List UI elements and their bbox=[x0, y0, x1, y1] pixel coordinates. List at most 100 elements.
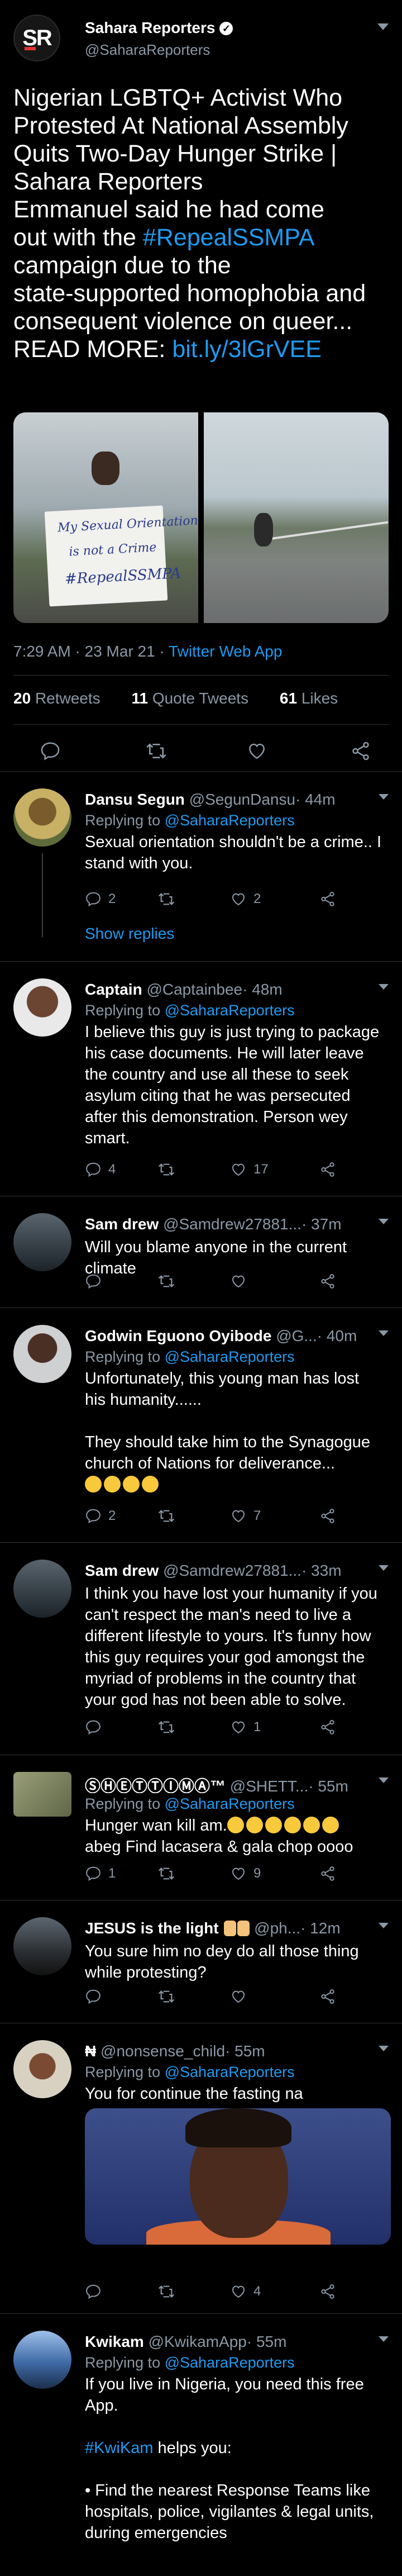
share-button[interactable] bbox=[319, 1505, 343, 1527]
avatar[interactable] bbox=[13, 788, 71, 847]
retweet-button[interactable] bbox=[157, 1716, 182, 1738]
reply-author-name[interactable]: Sam drew bbox=[85, 1215, 159, 1233]
reply-author-handle[interactable]: @Captainbee bbox=[146, 981, 242, 998]
avatar[interactable] bbox=[13, 1213, 71, 1271]
reply-time[interactable]: · 40m bbox=[317, 1327, 357, 1344]
timestamp-time[interactable]: 7:29 AM bbox=[13, 643, 71, 660]
share-button[interactable] bbox=[319, 1158, 343, 1181]
reply-button[interactable]: 1 bbox=[85, 1862, 116, 1885]
reply-author-handle[interactable]: @ph... bbox=[254, 1919, 300, 1937]
reply-tweet[interactable]: ⓈⒽⒺⓉⓉⒾⓂⒶ™ @SHETT...· 55m Replying to @Sa… bbox=[0, 1755, 402, 1900]
like-button[interactable]: 2 bbox=[230, 888, 261, 910]
like-button[interactable]: 17 bbox=[230, 1158, 269, 1181]
like-icon[interactable] bbox=[243, 738, 270, 764]
reply-icon[interactable] bbox=[37, 738, 64, 764]
reply-tweet[interactable]: Sam drew @Samdrew27881...· 33m I think y… bbox=[0, 1542, 402, 1755]
like-button[interactable]: 4 bbox=[230, 2280, 261, 2303]
reply-button[interactable] bbox=[85, 1985, 108, 2008]
reply-author-name[interactable]: ⓈⒽⒺⓉⓉⒾⓂⒶ™ bbox=[85, 1777, 226, 1793]
retweet-button[interactable] bbox=[157, 888, 182, 910]
replying-to-handle[interactable]: @SaharaReporters bbox=[165, 1795, 295, 1812]
reply-tweet[interactable]: Kwikam @KwikamApp· 55m Replying to @Saha… bbox=[0, 2313, 402, 2576]
reply-tweet[interactable]: Sam drew @Samdrew27881...· 37m Will you … bbox=[0, 1196, 402, 1308]
tweet-media[interactable]: My Sexual Orientation is not a Crime #Re… bbox=[13, 412, 389, 623]
likes-stat[interactable]: 61 Likes bbox=[280, 690, 351, 707]
reply-time[interactable]: · 55m bbox=[308, 1777, 348, 1793]
reply-time[interactable]: · 55m bbox=[247, 2333, 287, 2350]
reply-time[interactable]: · 55m bbox=[225, 2042, 265, 2060]
tweet-timestamp[interactable]: 7:29 AM · 23 Mar 21 · Twitter Web App bbox=[13, 643, 282, 660]
reply-author-name[interactable]: Godwin Eguono Oyibode bbox=[85, 1327, 271, 1344]
reply-author-name[interactable]: Kwikam bbox=[85, 2333, 144, 2350]
quotes-stat[interactable]: 11 Quote Tweets bbox=[131, 690, 262, 707]
retweet-button[interactable] bbox=[157, 1270, 182, 1292]
replying-to-handle[interactable]: @SaharaReporters bbox=[165, 2064, 295, 2080]
reply-time[interactable]: · 33m bbox=[302, 1562, 342, 1579]
reply-author-handle[interactable]: @nonsense_child bbox=[100, 2042, 225, 2060]
reply-tweet[interactable]: Dansu Segun @SegunDansu· 44m Replying to… bbox=[0, 771, 402, 961]
author-avatar[interactable]: SR bbox=[13, 15, 60, 61]
replying-to-handle[interactable]: @SaharaReporters bbox=[165, 812, 295, 829]
reply-author-handle[interactable]: @Samdrew27881... bbox=[163, 1215, 302, 1233]
reply-button[interactable] bbox=[85, 2280, 108, 2303]
share-button[interactable] bbox=[319, 1270, 343, 1292]
reply-tweet[interactable]: ₦ @nonsense_child· 55m Replying to @Saha… bbox=[0, 2023, 402, 2313]
retweets-stat[interactable]: 20 Retweets bbox=[13, 690, 114, 707]
reply-button[interactable]: 4 bbox=[85, 1158, 116, 1181]
reply-author-handle[interactable]: @SHETT... bbox=[230, 1777, 308, 1793]
share-button[interactable] bbox=[319, 1985, 343, 2008]
reply-time[interactable]: · 48m bbox=[242, 981, 283, 998]
like-button[interactable] bbox=[230, 1985, 253, 2008]
show-replies-link[interactable]: Show replies bbox=[85, 925, 174, 943]
reply-tweet[interactable]: Captain @Captainbee· 48m Replying to @Sa… bbox=[0, 961, 402, 1196]
share-button[interactable] bbox=[319, 888, 343, 910]
protest-photo-1[interactable]: My Sexual Orientation is not a Crime #Re… bbox=[13, 412, 198, 623]
reply-tweet[interactable]: JESUS is the light 🙏🙏 @ph...· 12m You su… bbox=[0, 1900, 402, 2023]
reply-time[interactable]: · 12m bbox=[300, 1919, 341, 1937]
reply-button[interactable]: 2 bbox=[85, 1505, 116, 1527]
reply-author-handle[interactable]: @SegunDansu bbox=[189, 791, 295, 808]
avatar[interactable] bbox=[13, 1560, 71, 1618]
avatar[interactable] bbox=[13, 2040, 71, 2098]
retweet-button[interactable] bbox=[157, 1158, 182, 1181]
author-name[interactable]: Sahara Reporters bbox=[85, 19, 215, 36]
replying-to-handle[interactable]: @SaharaReporters bbox=[165, 2354, 295, 2371]
avatar[interactable] bbox=[13, 2331, 71, 2389]
reply-author-handle[interactable]: @G... bbox=[276, 1327, 317, 1344]
reply-author-name[interactable]: ₦ bbox=[85, 2042, 96, 2060]
retweet-button[interactable] bbox=[157, 1862, 182, 1885]
retweet-button[interactable] bbox=[157, 1505, 182, 1527]
reply-tweet[interactable]: Godwin Eguono Oyibode @G...· 40m Replyin… bbox=[0, 1308, 402, 1542]
reply-author-handle[interactable]: @Samdrew27881... bbox=[163, 1562, 302, 1579]
reply-author-name[interactable]: Sam drew bbox=[85, 1562, 159, 1579]
timestamp-date[interactable]: 23 Mar 21 bbox=[85, 643, 155, 660]
reply-media[interactable] bbox=[85, 2108, 391, 2245]
reply-author-name[interactable]: Captain bbox=[85, 981, 142, 998]
retweet-button[interactable] bbox=[157, 1985, 182, 2008]
chevron-down-icon[interactable] bbox=[377, 23, 389, 30]
reply-button[interactable] bbox=[85, 1270, 108, 1292]
share-button[interactable] bbox=[319, 2280, 343, 2303]
share-icon[interactable] bbox=[347, 738, 374, 764]
replying-to-handle[interactable]: @SaharaReporters bbox=[165, 1348, 295, 1365]
like-button[interactable]: 9 bbox=[230, 1862, 261, 1885]
reply-button[interactable] bbox=[85, 1716, 108, 1738]
reply-author-name[interactable]: Dansu Segun bbox=[85, 791, 185, 808]
author-handle[interactable]: @SaharaReporters bbox=[85, 41, 210, 59]
replying-to-handle[interactable]: @SaharaReporters bbox=[165, 1002, 295, 1019]
avatar[interactable] bbox=[13, 978, 71, 1037]
share-button[interactable] bbox=[319, 1716, 343, 1738]
reply-button[interactable]: 2 bbox=[85, 888, 116, 910]
hashtag-link[interactable]: #RepealSSMPA bbox=[143, 224, 315, 251]
reply-author-handle[interactable]: @KwikamApp bbox=[149, 2333, 247, 2350]
reply-author-name[interactable]: JESUS is the light bbox=[85, 1919, 219, 1937]
share-button[interactable] bbox=[319, 1862, 343, 1885]
reply-time[interactable]: · 37m bbox=[302, 1215, 342, 1233]
avatar[interactable] bbox=[13, 1917, 71, 1975]
like-button[interactable]: 7 bbox=[230, 1505, 261, 1527]
article-link[interactable]: bit.ly/3lGrVEE bbox=[172, 336, 322, 363]
avatar[interactable] bbox=[13, 1325, 71, 1383]
hashtag-link[interactable]: #KwiKam bbox=[85, 2439, 154, 2457]
reply-time[interactable]: · 44m bbox=[295, 791, 336, 808]
like-button[interactable]: 1 bbox=[230, 1716, 261, 1738]
